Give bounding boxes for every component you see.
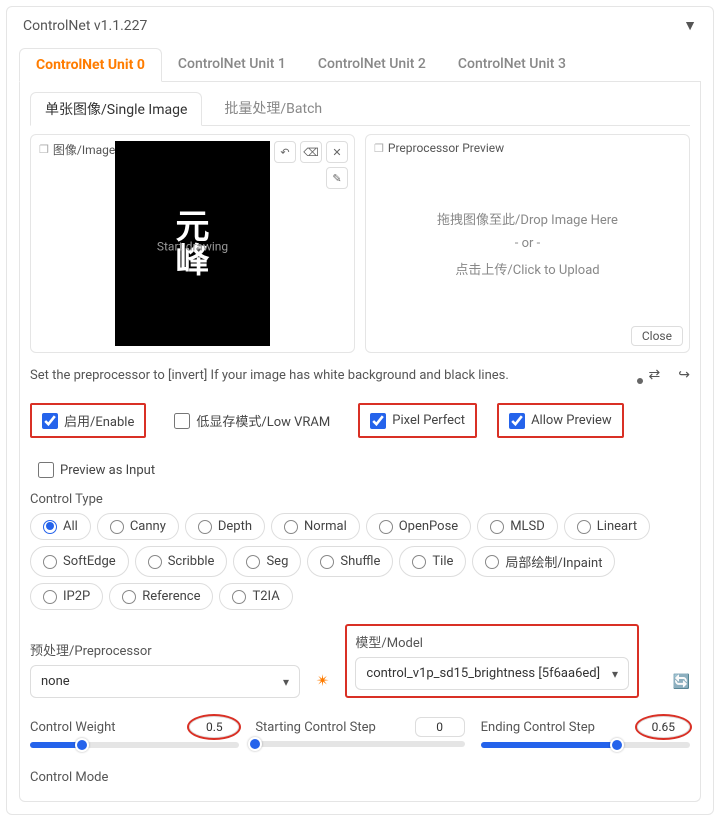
end-step-value[interactable]: 0.65 [637, 716, 690, 738]
control-type-ip2p[interactable]: IP2P [30, 583, 103, 610]
brush-button[interactable]: ✎ [326, 167, 348, 189]
control-weight-value[interactable]: 0.5 [189, 716, 239, 738]
tab-unit-3[interactable]: ControlNet Unit 3 [442, 48, 582, 81]
preview-frame-icon: ❐ [374, 142, 384, 155]
checkbox-0[interactable]: 启用/Enable [30, 403, 146, 438]
hint-text: Set the preprocessor to [invert] If your… [30, 368, 509, 383]
control-type-tile[interactable]: Tile [399, 546, 466, 577]
control-type-canny[interactable]: Canny [97, 513, 179, 540]
control-mode-label: Control Mode [30, 770, 690, 785]
control-type-seg[interactable]: Seg [233, 546, 301, 577]
control-type-softedge[interactable]: SoftEdge [30, 546, 129, 577]
checkbox-2[interactable]: Pixel Perfect [358, 403, 477, 438]
tab-unit-0[interactable]: ControlNet Unit 0 [19, 48, 162, 82]
preview-box[interactable]: ❐ Preprocessor Preview 拖拽图像至此/Drop Image… [365, 134, 690, 353]
tab-unit-2[interactable]: ControlNet Unit 2 [302, 48, 442, 81]
control-type-label: Control Type [30, 492, 690, 507]
undo-button[interactable]: ↶ [274, 141, 296, 163]
subtab-1[interactable]: 批量处理/Batch [210, 92, 336, 125]
control-type-all[interactable]: All [30, 513, 91, 540]
model-label: 模型/Model [355, 632, 629, 651]
control-weight-label: Control Weight [30, 720, 116, 735]
close-preview-button[interactable]: Close [631, 326, 683, 346]
subtab-0[interactable]: 单张图像/Single Image [30, 92, 202, 126]
explode-icon[interactable]: ✴ [312, 671, 333, 698]
refresh-model-button[interactable]: 🔄 [673, 674, 690, 698]
control-type--inpaint[interactable]: 局部绘制/Inpaint [472, 546, 615, 577]
checkbox-3[interactable]: Allow Preview [497, 403, 624, 438]
preprocessor-label: 预处理/Preprocessor [30, 640, 300, 659]
image-label: ❐ 图像/Image [39, 141, 115, 158]
control-type-depth[interactable]: Depth [185, 513, 265, 540]
end-step-label: Ending Control Step [481, 720, 595, 735]
control-type-shuffle[interactable]: Shuffle [307, 546, 393, 577]
start-step-label: Starting Control Step [255, 720, 375, 735]
control-type-normal[interactable]: Normal [271, 513, 360, 540]
panel-title: ControlNet v1.1.227 [23, 18, 147, 34]
end-step-slider[interactable] [481, 742, 690, 748]
control-type-mlsd[interactable]: MLSD [477, 513, 558, 540]
preprocessor-select[interactable]: none [30, 665, 300, 698]
tab-unit-1[interactable]: ControlNet Unit 1 [162, 48, 302, 81]
checkbox-1[interactable]: 低显存模式/Low VRAM [166, 403, 338, 438]
panel-header[interactable]: ControlNet v1.1.227 ▼ [19, 7, 701, 44]
image-frame-icon: ❐ [39, 143, 49, 156]
control-weight-slider[interactable] [30, 742, 239, 748]
swap-icon[interactable]: ⇄ [649, 367, 661, 383]
start-step-value[interactable]: 0 [415, 717, 465, 737]
canvas[interactable]: 元 峰 Start drawing [115, 141, 270, 346]
drop-area[interactable]: 拖拽图像至此/Drop Image Here - or - 点击上传/Click… [372, 141, 683, 346]
control-type-scribble[interactable]: Scribble [135, 546, 228, 577]
preview-label: ❐ Preprocessor Preview [374, 141, 504, 155]
close-image-button[interactable]: ✕ [326, 141, 348, 163]
control-type-reference[interactable]: Reference [109, 583, 213, 610]
image-input-box[interactable]: ❐ 图像/Image ↶ ⌫ ✕ ✎ 元 峰 Start drawing [30, 134, 355, 353]
control-type-t2ia[interactable]: T2IA [219, 583, 292, 610]
control-type-openpose[interactable]: OpenPose [366, 513, 471, 540]
send-icon[interactable]: ↪ [678, 367, 690, 383]
control-type-lineart[interactable]: Lineart [564, 513, 650, 540]
start-step-slider[interactable] [255, 741, 464, 747]
caret-down-icon: ▼ [683, 17, 697, 34]
checkbox-4[interactable]: Preview as Input [30, 458, 163, 482]
erase-button[interactable]: ⌫ [300, 141, 322, 163]
model-select[interactable]: control_v1p_sd15_brightness [5f6aa6ed] [355, 657, 629, 690]
